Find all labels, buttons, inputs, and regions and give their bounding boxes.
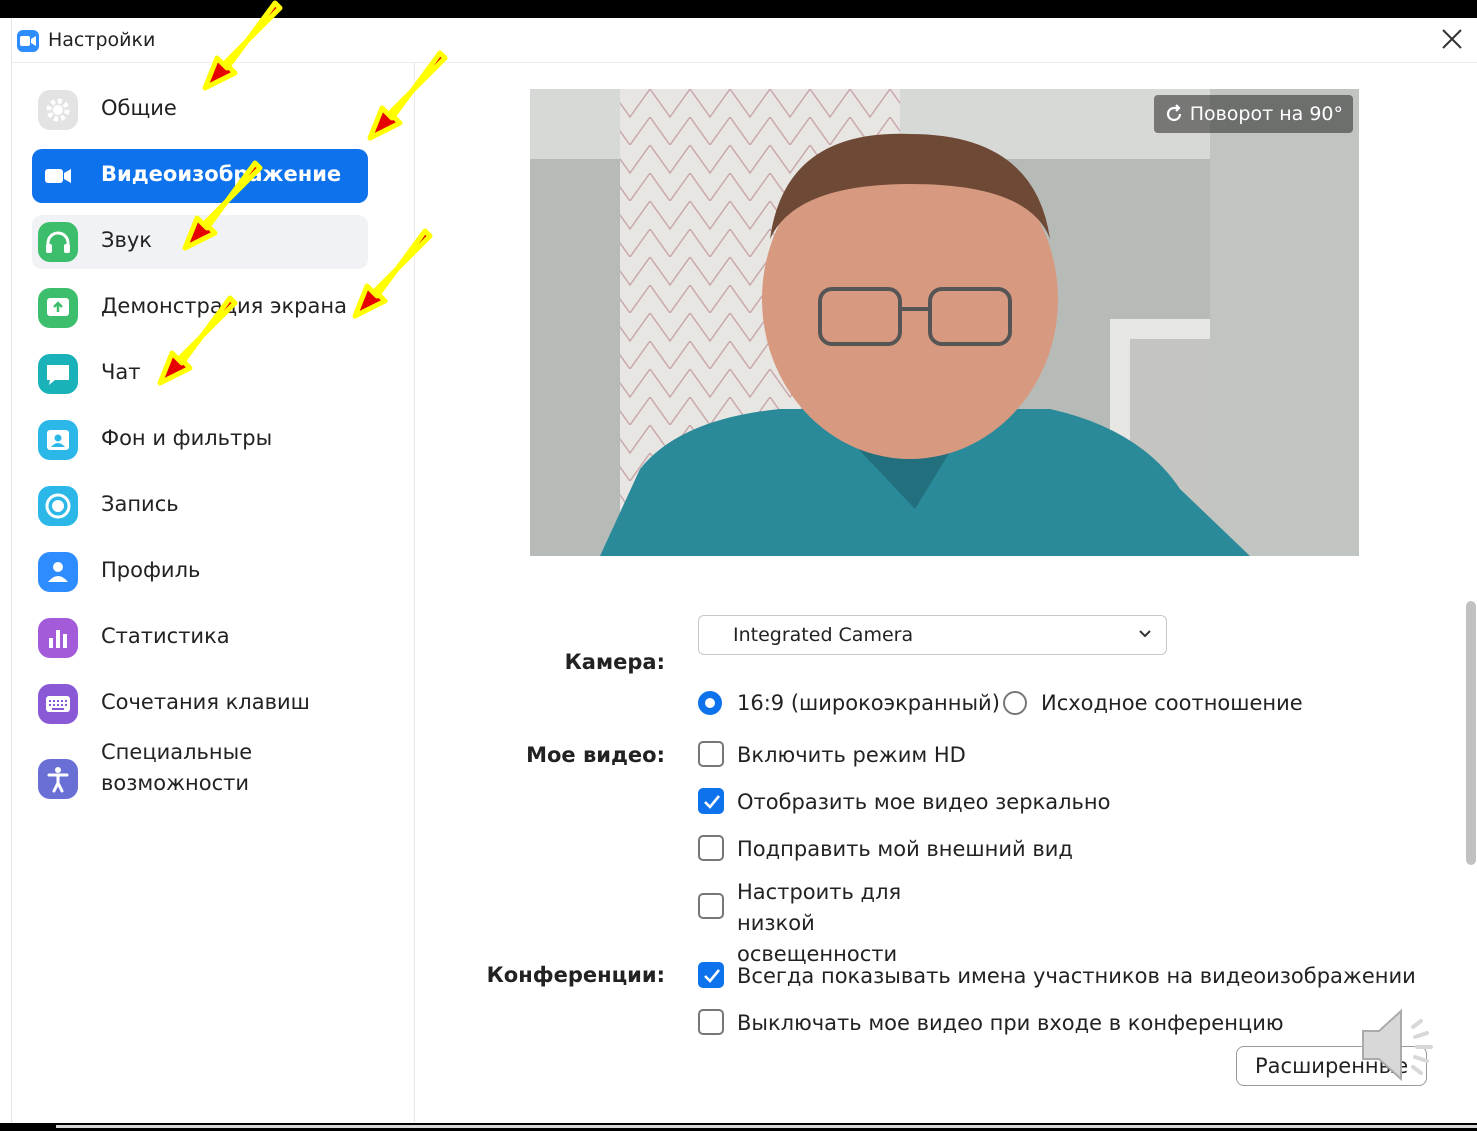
video-settings-panel: Поворот на 90° Камера: Integrated Camera… <box>415 63 1477 1123</box>
chevron-down-icon <box>1139 630 1151 638</box>
zoom-app-icon <box>17 30 39 52</box>
touch-up-checkbox[interactable] <box>698 835 724 861</box>
rotate-icon <box>1166 104 1181 122</box>
sidebar-item-label: Статистика <box>101 624 230 648</box>
sidebar-item-label: Сочетания клавиш <box>101 690 310 714</box>
chat-icon <box>38 354 78 394</box>
divider <box>56 1125 1477 1128</box>
my-video-label: Мое видео: <box>526 743 665 767</box>
window-title: Настройки <box>48 29 156 51</box>
hd-mode-checkbox[interactable] <box>698 741 724 767</box>
conferences-label: Конференции: <box>486 963 665 987</box>
camera-select-value: Integrated Camera <box>733 624 914 646</box>
touch-up-label: Подправить мой внешний вид <box>737 837 1073 861</box>
hd-mode-label: Включить режим HD <box>737 743 966 767</box>
annotation-arrow-icon <box>367 50 448 141</box>
rotate-90-label: Поворот на 90° <box>1189 103 1343 125</box>
keyboard-icon <box>38 684 78 724</box>
video-camera-icon <box>38 156 78 196</box>
statistics-icon <box>38 618 78 658</box>
sidebar-item-statistics[interactable]: Статистика <box>32 611 368 665</box>
share-screen-icon <box>38 288 78 328</box>
aspect-original-label: Исходное соотношение <box>1041 691 1303 715</box>
annotation-arrow-icon <box>202 0 283 91</box>
speaker-icon[interactable] <box>1357 1003 1443 1087</box>
accessibility-icon <box>38 759 78 799</box>
aspect-16-9-radio[interactable] <box>698 691 722 715</box>
sidebar-item-accessibility[interactable]: Специальные возможности <box>32 740 368 815</box>
sidebar-item-label: Чат <box>101 360 141 384</box>
sidebar-item-label: Звук <box>101 228 152 252</box>
mirror-video-checkbox[interactable] <box>698 788 724 814</box>
sidebar-item-label: Фон и фильтры <box>101 426 273 450</box>
sidebar-item-profile[interactable]: Профиль <box>32 545 368 599</box>
sidebar-item-label: Общие <box>101 96 177 120</box>
scrollbar-thumb[interactable] <box>1466 601 1476 865</box>
aspect-original-radio[interactable] <box>1003 691 1027 715</box>
sidebar-item-label: Запись <box>101 492 179 516</box>
low-light-label: Настроить для низкой освещенности <box>737 880 902 966</box>
low-light-checkbox[interactable] <box>698 893 724 919</box>
camera-label: Камера: <box>564 650 665 674</box>
video-off-on-join-checkbox[interactable] <box>698 1009 724 1035</box>
gear-icon <box>38 90 78 130</box>
taskbar-edge <box>0 1123 1477 1131</box>
sidebar-item-label: Специальные возможности <box>101 740 253 795</box>
aspect-16-9-label: 16:9 (широкоэкранный) <box>737 691 1000 715</box>
show-names-label: Всегда показывать имена участников на ви… <box>737 964 1416 988</box>
annotation-arrow-icon <box>182 160 263 251</box>
profile-icon <box>38 552 78 592</box>
camera-select[interactable]: Integrated Camera <box>698 615 1167 655</box>
background-icon <box>38 420 78 460</box>
sidebar-item-recording[interactable]: Запись <box>32 479 368 533</box>
headphones-icon <box>38 222 78 262</box>
show-names-checkbox[interactable] <box>698 962 724 988</box>
rotate-90-button[interactable]: Поворот на 90° <box>1153 95 1353 133</box>
sidebar-item-label: Профиль <box>101 558 201 582</box>
mirror-video-label: Отобразить мое видео зеркально <box>737 790 1111 814</box>
camera-preview-image <box>530 89 1359 556</box>
close-icon[interactable] <box>1439 26 1465 52</box>
sidebar-item-shortcuts[interactable]: Сочетания клавиш <box>32 677 368 731</box>
record-icon <box>38 486 78 526</box>
video-off-on-join-label: Выключать мое видео при входе в конферен… <box>737 1011 1284 1035</box>
annotation-arrow-icon <box>352 228 433 319</box>
camera-preview: Поворот на 90° <box>530 89 1359 556</box>
check-icon <box>704 795 721 809</box>
sidebar-item-background[interactable]: Фон и фильтры <box>32 413 368 467</box>
check-icon <box>704 969 721 983</box>
annotation-arrow-icon <box>157 295 238 386</box>
